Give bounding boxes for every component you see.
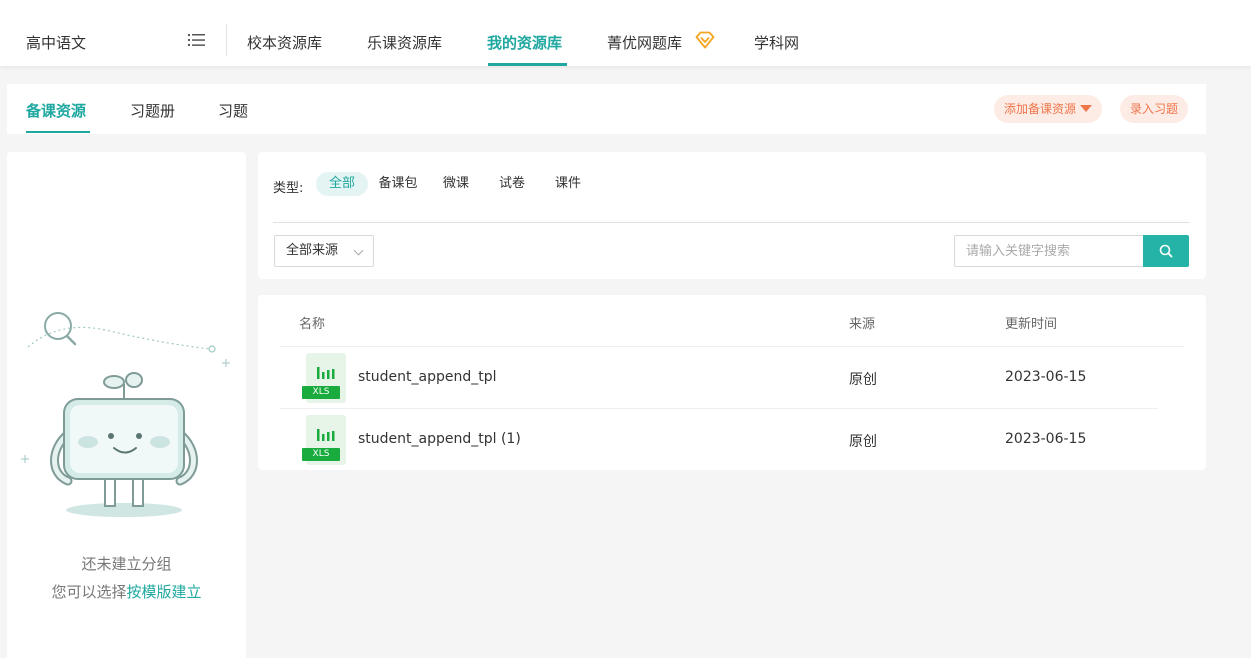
file-updated: 2023-06-15 — [1005, 431, 1087, 447]
file-name[interactable]: student_append_tpl — [358, 369, 497, 385]
diamond-icon — [695, 31, 715, 49]
nav-my-library[interactable]: 我的资源库 — [487, 32, 562, 53]
filter-divider — [273, 222, 1190, 223]
bar-chart-icon — [317, 367, 335, 379]
sub-tab-bar: 备课资源 习题册 习题 添加备课资源 录入习题 — [7, 84, 1206, 134]
tab-exercise-books[interactable]: 习题册 — [130, 100, 175, 121]
column-header-updated: 更新时间 — [1005, 317, 1058, 332]
empty-state-hint: 您可以选择按模版建立 — [7, 581, 246, 602]
subject-title: 高中语文 — [26, 34, 87, 52]
empty-mascot-illustration — [21, 312, 230, 517]
type-filter-micro-lesson[interactable]: 微课 — [436, 172, 476, 196]
type-label: 类型: — [273, 181, 304, 196]
nav-leke-library[interactable]: 乐课资源库 — [367, 32, 442, 53]
bar-chart-icon — [317, 429, 335, 441]
file-type-badge: XLS — [302, 386, 340, 399]
empty-hint-prefix: 您可以选择 — [51, 583, 127, 601]
create-from-template-link[interactable]: 按模版建立 — [127, 583, 202, 601]
chevron-down-icon — [353, 245, 364, 256]
column-header-source: 来源 — [849, 317, 876, 332]
type-filter-all[interactable]: 全部 — [316, 172, 368, 196]
type-filter-courseware[interactable]: 课件 — [548, 172, 588, 196]
type-filter-lesson-package[interactable]: 备课包 — [372, 172, 424, 196]
add-resource-button[interactable]: 添加备课资源 — [994, 95, 1102, 123]
xls-file-icon: XLS — [302, 415, 346, 465]
file-source: 原创 — [849, 434, 877, 450]
tab-lesson-resources[interactable]: 备课资源 — [26, 100, 86, 121]
resource-table: 名称 来源 更新时间 XLS student_append_tpl 原创 202… — [258, 295, 1206, 470]
caret-down-icon — [1080, 105, 1092, 112]
search-icon — [1159, 244, 1173, 258]
empty-state-title: 还未建立分组 — [81, 555, 172, 573]
enter-exercise-button[interactable]: 录入习题 — [1120, 95, 1188, 123]
menu-list-icon[interactable] — [188, 33, 205, 47]
tab-exercises[interactable]: 习题 — [218, 100, 248, 121]
nav-zxxk[interactable]: 学科网 — [754, 32, 799, 53]
file-updated: 2023-06-15 — [1005, 369, 1087, 385]
source-select[interactable]: 全部来源 — [274, 235, 374, 267]
xls-file-icon: XLS — [302, 353, 346, 403]
nav-active-indicator — [488, 63, 567, 66]
nav-jyeoo-library[interactable]: 菁优网题库 — [607, 32, 682, 53]
add-resource-label: 添加备课资源 — [1003, 102, 1076, 116]
search-input[interactable] — [954, 235, 1144, 267]
subtab-active-indicator — [26, 131, 90, 133]
type-filter-test-paper[interactable]: 试卷 — [492, 172, 532, 196]
search-button[interactable] — [1143, 235, 1189, 267]
filter-panel: 类型: 全部 备课包 微课 试卷 课件 全部来源 — [258, 152, 1206, 279]
group-panel: 还未建立分组 您可以选择按模版建立 — [7, 152, 246, 658]
table-row[interactable]: XLS student_append_tpl 原创 2023-06-15 — [258, 347, 1206, 409]
file-type-badge: XLS — [302, 448, 340, 461]
top-nav: 高中语文 校本资源库 乐课资源库 我的资源库 菁优网题库 学科网 — [0, 0, 1251, 66]
file-source: 原创 — [849, 372, 877, 388]
table-row[interactable]: XLS student_append_tpl (1) 原创 2023-06-15 — [258, 409, 1206, 471]
nav-divider — [226, 24, 227, 56]
nav-school-library[interactable]: 校本资源库 — [247, 32, 322, 53]
file-name[interactable]: student_append_tpl (1) — [358, 431, 521, 447]
source-select-value: 全部来源 — [286, 243, 339, 258]
column-header-name: 名称 — [299, 317, 326, 332]
